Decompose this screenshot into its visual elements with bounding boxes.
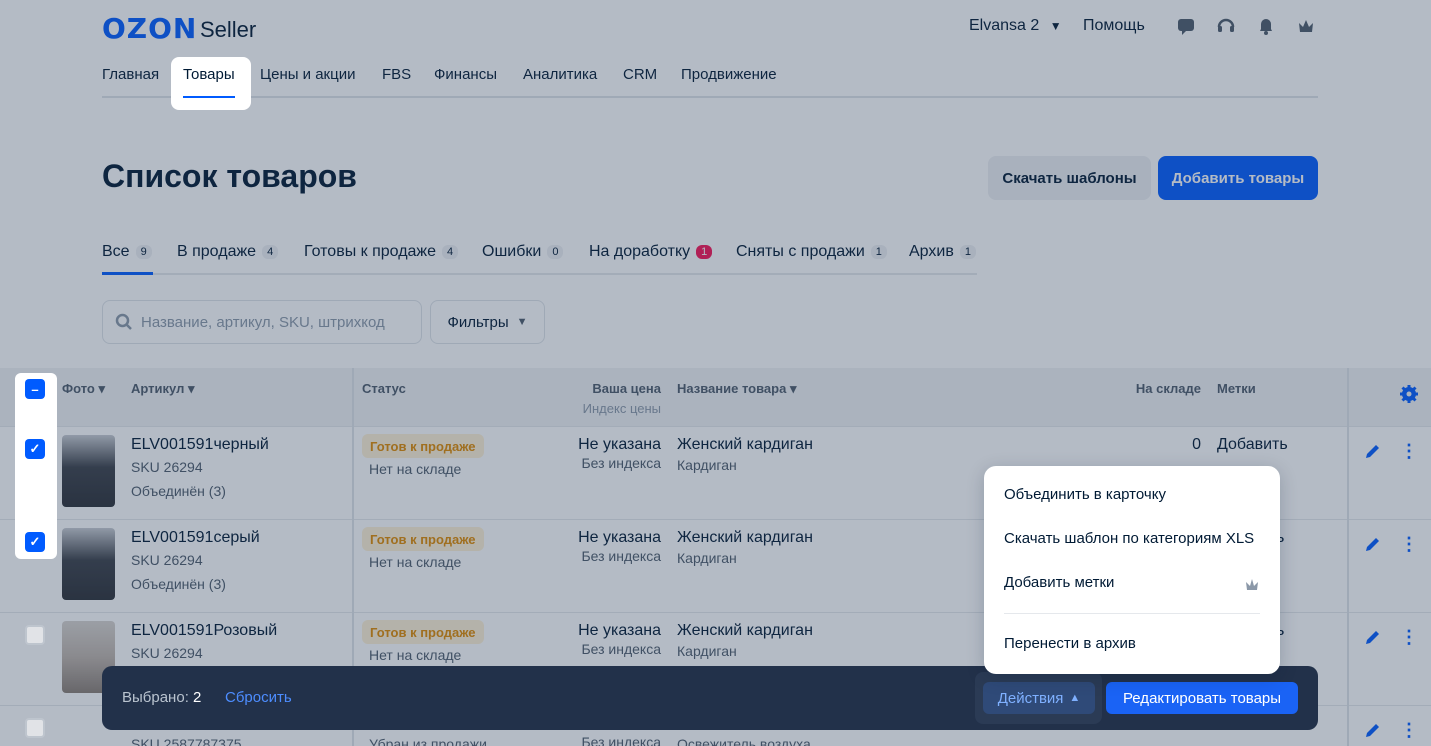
nav-products-highlight bbox=[171, 57, 251, 110]
chevron-up-icon: ▲ bbox=[1069, 692, 1081, 704]
menu-item-archive[interactable]: Перенести в архив bbox=[1004, 635, 1136, 652]
select-all-checkbox[interactable]: – bbox=[25, 379, 45, 399]
actions-button[interactable]: Действия ▲ bbox=[983, 682, 1095, 714]
edit-products-button[interactable]: Редактировать товары bbox=[1106, 682, 1298, 714]
row-checkbox[interactable]: ✓ bbox=[25, 532, 45, 552]
selected-count: Выбрано: 2 bbox=[122, 689, 202, 706]
menu-item-download-xls[interactable]: Скачать шаблон по категориям XLS bbox=[1004, 530, 1254, 547]
nav-products[interactable]: Товары bbox=[183, 66, 235, 83]
actions-label: Действия bbox=[997, 689, 1064, 707]
row-checkbox[interactable]: ✓ bbox=[25, 439, 45, 459]
menu-item-merge-card[interactable]: Объединить в карточку bbox=[1004, 486, 1166, 503]
menu-divider bbox=[1004, 613, 1260, 614]
nav-active-underline bbox=[183, 96, 235, 98]
reset-selection-link[interactable]: Сбросить bbox=[225, 689, 292, 706]
menu-item-add-marks[interactable]: Добавить метки bbox=[1004, 574, 1114, 591]
marks-plus-icon bbox=[1246, 579, 1258, 590]
row-checkbox[interactable] bbox=[25, 625, 45, 645]
row-checkbox[interactable] bbox=[25, 718, 45, 738]
